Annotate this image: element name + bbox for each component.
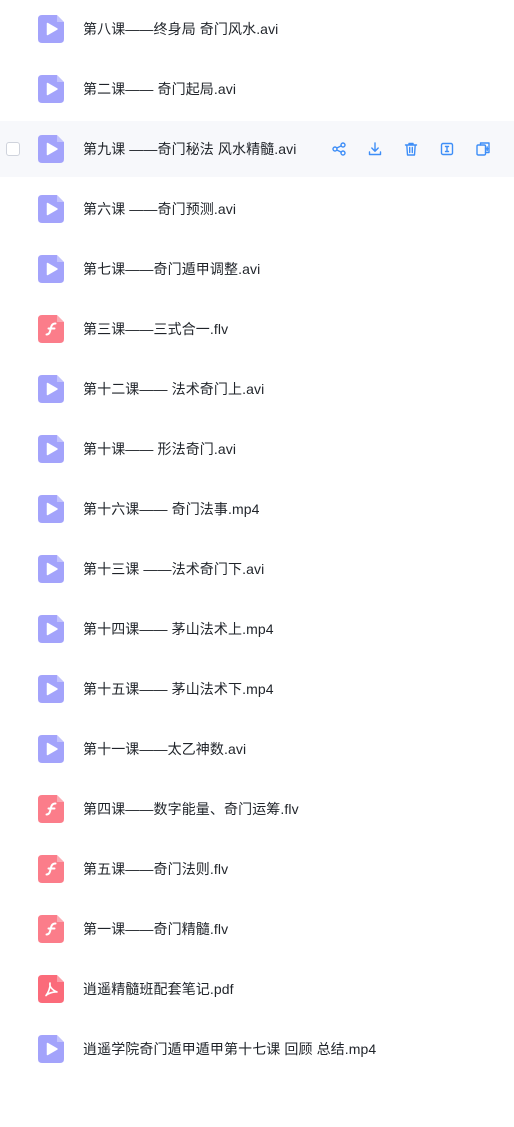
file-name[interactable]: 第三课——三式合一.flv xyxy=(83,319,228,339)
video-file-icon xyxy=(38,735,64,763)
file-name[interactable]: 逍遥学院奇门遁甲遁甲第十七课 回顾 总结.mp4 xyxy=(83,1039,376,1059)
file-name[interactable]: 第七课——奇门遁甲调整.avi xyxy=(83,259,260,279)
file-name[interactable]: 第四课——数字能量、奇门运筹.flv xyxy=(83,799,299,819)
file-name[interactable]: 逍遥精髓班配套笔记.pdf xyxy=(83,979,234,999)
file-row[interactable]: 第一课——奇门精髓.flv xyxy=(0,901,514,957)
file-row[interactable]: 逍遥学院奇门遁甲遁甲第十七课 回顾 总结.mp4 xyxy=(0,1021,514,1077)
file-name[interactable]: 第十二课—— 法术奇门上.avi xyxy=(83,379,264,399)
download-icon[interactable] xyxy=(366,140,384,158)
file-row[interactable]: 第十三课 ——法术奇门下.avi xyxy=(0,541,514,597)
file-name[interactable]: 第十一课——太乙神数.avi xyxy=(83,739,246,759)
video-file-icon xyxy=(38,375,64,403)
file-name[interactable]: 第一课——奇门精髓.flv xyxy=(83,919,228,939)
file-row[interactable]: 第十二课—— 法术奇门上.avi xyxy=(0,361,514,417)
file-row[interactable]: 第三课——三式合一.flv xyxy=(0,301,514,357)
flash-file-icon xyxy=(38,315,64,343)
file-row[interactable]: 第七课——奇门遁甲调整.avi xyxy=(0,241,514,297)
flash-file-icon xyxy=(38,915,64,943)
file-row[interactable]: 第五课——奇门法则.flv xyxy=(0,841,514,897)
video-file-icon xyxy=(38,1035,64,1063)
row-actions xyxy=(330,140,492,158)
video-file-icon xyxy=(38,675,64,703)
delete-icon[interactable] xyxy=(402,140,420,158)
file-row[interactable]: 第六课 ——奇门预测.avi xyxy=(0,181,514,237)
rename-icon[interactable] xyxy=(438,140,456,158)
file-row[interactable]: 第八课——终身局 奇门风水.avi xyxy=(0,1,514,57)
flash-file-icon xyxy=(38,795,64,823)
file-row[interactable]: 第十一课——太乙神数.avi xyxy=(0,721,514,777)
video-file-icon xyxy=(38,615,64,643)
file-name[interactable]: 第五课——奇门法则.flv xyxy=(83,859,228,879)
file-list: 第八课——终身局 奇门风水.avi 第二课—— 奇门起局.avi 第九课 ——奇门秘… xyxy=(0,0,514,1127)
file-name[interactable]: 第六课 ——奇门预测.avi xyxy=(83,199,236,219)
flash-file-icon xyxy=(38,855,64,883)
file-row[interactable]: 逍遥精髓班配套笔记.pdf xyxy=(0,961,514,1017)
file-name[interactable]: 第二课—— 奇门起局.avi xyxy=(83,79,236,99)
row-checkbox[interactable] xyxy=(6,142,20,156)
share-icon[interactable] xyxy=(330,140,348,158)
file-name[interactable]: 第十四课—— 茅山法术上.mp4 xyxy=(83,619,274,639)
video-file-icon xyxy=(38,75,64,103)
file-row[interactable]: 第十五课—— 茅山法术下.mp4 xyxy=(0,661,514,717)
file-row[interactable]: 第十课—— 形法奇门.avi xyxy=(0,421,514,477)
file-name[interactable]: 第十课—— 形法奇门.avi xyxy=(83,439,236,459)
file-row[interactable]: 第十四课—— 茅山法术上.mp4 xyxy=(0,601,514,657)
file-name[interactable]: 第十六课—— 奇门法事.mp4 xyxy=(83,499,260,519)
copy-icon[interactable] xyxy=(474,140,492,158)
file-row[interactable]: 第十六课—— 奇门法事.mp4 xyxy=(0,481,514,537)
file-name[interactable]: 第十五课—— 茅山法术下.mp4 xyxy=(83,679,274,699)
file-name[interactable]: 第十三课 ——法术奇门下.avi xyxy=(83,559,264,579)
file-row[interactable]: 第四课——数字能量、奇门运筹.flv xyxy=(0,781,514,837)
video-file-icon xyxy=(38,555,64,583)
video-file-icon xyxy=(38,135,64,163)
video-file-icon xyxy=(38,435,64,463)
pdf-file-icon xyxy=(38,975,64,1003)
file-name[interactable]: 第九课 ——奇门秘法 风水精髓.avi xyxy=(83,139,296,159)
video-file-icon xyxy=(38,495,64,523)
video-file-icon xyxy=(38,195,64,223)
file-row[interactable]: 第二课—— 奇门起局.avi xyxy=(0,61,514,117)
file-name[interactable]: 第八课——终身局 奇门风水.avi xyxy=(83,19,278,39)
video-file-icon xyxy=(38,255,64,283)
video-file-icon xyxy=(38,15,64,43)
file-row[interactable]: 第九课 ——奇门秘法 风水精髓.avi xyxy=(0,121,514,177)
